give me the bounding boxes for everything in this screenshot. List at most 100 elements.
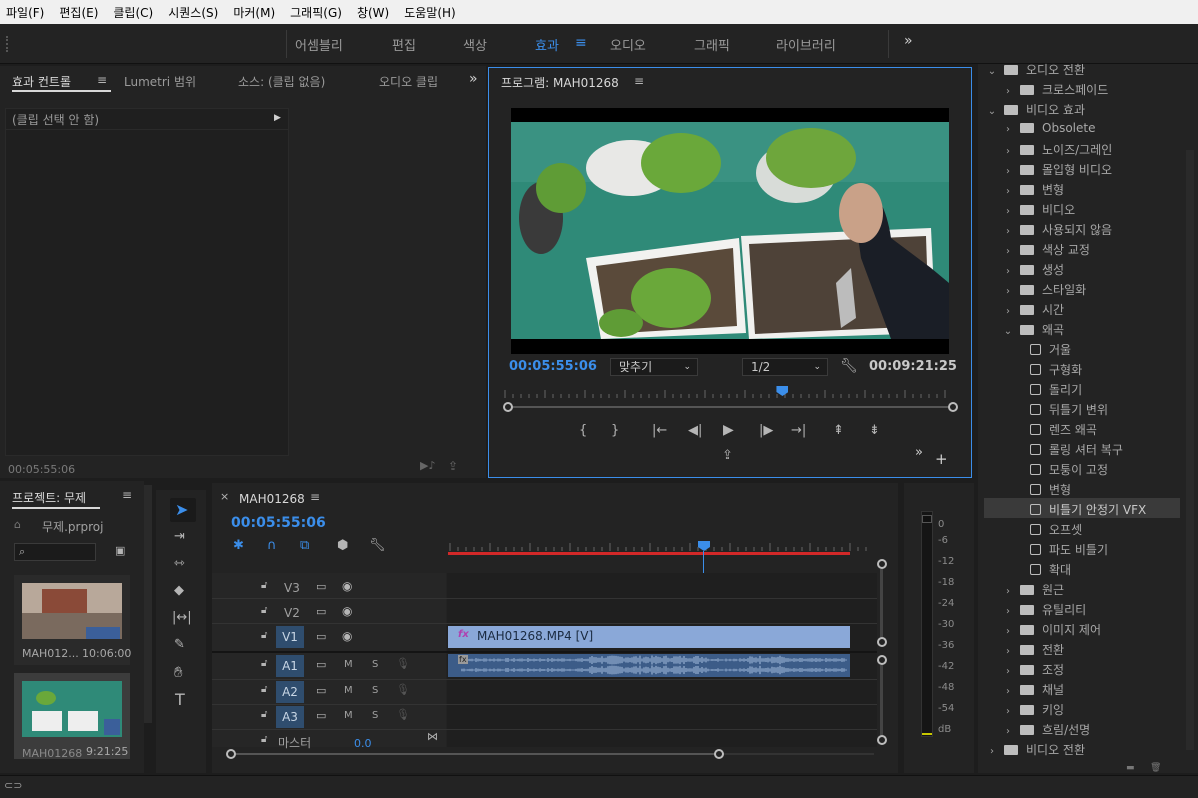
menu-item[interactable]: 창(W)	[357, 4, 389, 21]
hamburger-icon[interactable]: ≡	[310, 491, 320, 503]
sync-lock-icon[interactable]: ▭	[316, 659, 326, 670]
step-forward-icon[interactable]: |▶	[759, 424, 773, 437]
zoom-fit-select[interactable]: 맞추기 ⌄	[610, 358, 698, 376]
chevron-right-icon[interactable]: ›	[1002, 186, 1014, 197]
track-label-v2[interactable]: V2	[284, 606, 300, 620]
tab-source[interactable]: 소스: (클립 없음)	[238, 73, 325, 90]
program-time-ruler[interactable]	[503, 386, 953, 398]
scroll-handle[interactable]	[877, 637, 887, 647]
nest-icon[interactable]: ✱	[233, 539, 244, 552]
chevron-right-icon[interactable]: ›	[1002, 606, 1014, 617]
export-frame-icon[interactable]: ⇪	[722, 449, 733, 462]
overflow-chevron-icon[interactable]: »	[915, 446, 923, 459]
effects-folder[interactable]: › 유틸리티	[984, 598, 1180, 618]
vertical-scrollbar[interactable]	[880, 665, 883, 735]
timeline-timecode[interactable]: 00:05:55:06	[231, 515, 326, 531]
mute-button[interactable]: M	[344, 659, 353, 670]
tab-lumetri-scopes[interactable]: Lumetri 범위	[124, 73, 196, 90]
program-title[interactable]: 프로그램: MAH01268	[501, 74, 619, 91]
pen-tool-icon[interactable]: ✎	[174, 638, 185, 651]
work-area-bar[interactable]	[448, 552, 850, 555]
ripple-edit-tool-icon[interactable]: ⇿	[174, 557, 185, 570]
effect-item[interactable]: 모퉁이 고정	[984, 458, 1180, 478]
eye-icon[interactable]: ◉	[342, 580, 352, 592]
snap-magnet-icon[interactable]: ∩	[267, 539, 277, 552]
microphone-icon[interactable]: 🎙︎	[396, 658, 410, 669]
effects-folder[interactable]: › 크로스페이드	[984, 78, 1180, 98]
audio-clip[interactable]: fx	[448, 654, 850, 677]
solo-button[interactable]: S	[372, 710, 378, 721]
chevron-right-icon[interactable]: ›	[1002, 646, 1014, 657]
master-volume-value[interactable]: 0.0	[354, 737, 372, 750]
chevron-down-icon[interactable]: ⌄	[986, 106, 998, 117]
lock-icon[interactable]: 🔓︎	[261, 735, 267, 745]
current-timecode[interactable]: 00:05:55:06	[509, 359, 597, 374]
effects-folder[interactable]: › 색상 교정	[984, 238, 1180, 258]
lock-icon[interactable]: 🔓︎	[261, 581, 267, 591]
chevron-right-icon[interactable]: ›	[1002, 86, 1014, 97]
wrench-icon[interactable]: 🔧︎	[369, 539, 386, 552]
chevron-right-icon[interactable]: ›	[1002, 726, 1014, 737]
video-clip[interactable]: fx MAH01268.MP4 [V]	[448, 626, 850, 648]
effect-item[interactable]: 확대	[984, 558, 1180, 578]
workspace-tab[interactable]: 어셈블리	[295, 35, 343, 54]
step-back-icon[interactable]: ◀|	[688, 424, 702, 437]
chevron-right-icon[interactable]: ›	[1002, 266, 1014, 277]
chevron-down-icon[interactable]: ⌄	[1002, 326, 1014, 337]
effects-folder[interactable]: ⌄ 왜곡	[984, 318, 1180, 338]
project-item[interactable]: MAH01268 9:21:25	[14, 673, 130, 759]
workspace-tab[interactable]: 편집	[392, 35, 416, 54]
effects-folder[interactable]: › 생성	[984, 258, 1180, 278]
effect-item[interactable]: 롤링 셔터 복구	[984, 438, 1180, 458]
hamburger-icon[interactable]: ≡	[97, 74, 107, 86]
solo-button[interactable]: S	[372, 685, 378, 696]
chevron-right-icon[interactable]: ›	[1002, 666, 1014, 677]
sync-lock-icon[interactable]: ▭	[316, 606, 326, 617]
chevron-right-icon[interactable]: ›	[1002, 206, 1014, 217]
chevron-right-icon[interactable]: ›	[1002, 306, 1014, 317]
hand-tool-icon[interactable]: ✋︎	[174, 665, 183, 680]
add-marker-icon[interactable]: ⬢	[337, 539, 348, 552]
linked-selection-icon[interactable]: ⧉	[300, 539, 309, 552]
menu-item[interactable]: 도움말(H)	[404, 4, 456, 21]
effects-folder[interactable]: › 시간	[984, 298, 1180, 318]
overflow-chevron-icon[interactable]: »	[904, 33, 913, 49]
effects-folder[interactable]: › Obsolete	[984, 118, 1180, 138]
lock-icon[interactable]: 🔓︎	[261, 685, 267, 695]
delete-icon[interactable]: 🗑︎	[1150, 764, 1161, 773]
zoom-scrollbar[interactable]	[507, 406, 953, 408]
wrench-icon[interactable]: 🔧︎	[840, 359, 858, 373]
project-item[interactable]: MAH012... 10:06:00	[14, 575, 131, 665]
scroll-handle-right[interactable]	[714, 749, 724, 759]
effect-item[interactable]: 구형화	[984, 358, 1180, 378]
chevron-right-icon[interactable]: ›	[1002, 706, 1014, 717]
menu-item[interactable]: 마커(M)	[233, 4, 275, 21]
hamburger-icon[interactable]: ≡	[575, 35, 587, 51]
sync-lock-icon[interactable]: ▭	[316, 685, 326, 696]
chevron-right-icon[interactable]: ›	[1002, 686, 1014, 697]
chevron-right-icon[interactable]: ›	[986, 746, 998, 757]
menu-item[interactable]: 편집(E)	[59, 4, 98, 21]
tab-audio-clip[interactable]: 오디오 클립	[379, 73, 447, 90]
mute-button[interactable]: M	[344, 685, 353, 696]
chevron-down-icon[interactable]: ⌄	[986, 66, 998, 77]
export-frame-icon[interactable]: ⇪	[448, 460, 458, 472]
resolution-select[interactable]: 1/2 ⌄	[742, 358, 828, 376]
effect-item[interactable]: 변형	[984, 478, 1180, 498]
eye-icon[interactable]: ◉	[342, 630, 352, 642]
workspace-tab[interactable]: 효과	[535, 35, 559, 54]
scroll-handle-left[interactable]	[226, 749, 236, 759]
go-to-end-icon[interactable]: ⋈	[427, 731, 438, 742]
track-label-v3[interactable]: V3	[284, 581, 300, 595]
chevron-right-icon[interactable]: ›	[1002, 166, 1014, 177]
effects-scrollbar[interactable]	[1186, 150, 1194, 750]
track-target-a2[interactable]: A2	[276, 681, 304, 703]
mute-button[interactable]: M	[344, 710, 353, 721]
effects-folder[interactable]: › 채널	[984, 678, 1180, 698]
track-select-tool-icon[interactable]: ⇥	[174, 530, 185, 543]
scroll-handle[interactable]	[877, 655, 887, 665]
lock-icon[interactable]: 🔓︎	[261, 710, 267, 720]
sync-lock-icon[interactable]: ▭	[316, 710, 326, 721]
effects-folder[interactable]: ⌄ 오디오 전환	[984, 58, 1180, 78]
project-search-input[interactable]: ⌕	[14, 543, 96, 561]
